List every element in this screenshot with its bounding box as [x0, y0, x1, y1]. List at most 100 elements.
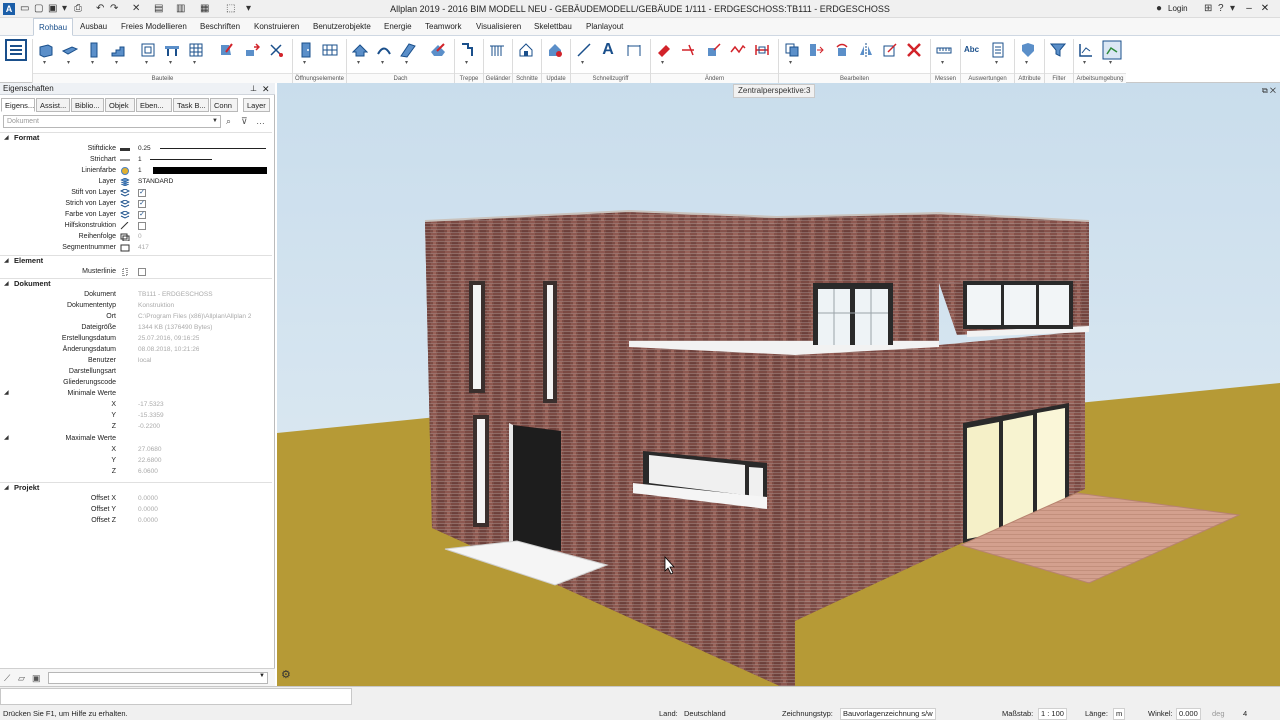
attribute-icon[interactable]	[1020, 42, 1036, 58]
group-schnellzugriff[interactable]: Schnellzugriff	[571, 73, 650, 83]
report-icon[interactable]	[990, 42, 1006, 58]
tab-teamwork[interactable]: Teamwork	[420, 18, 466, 36]
roof-icon[interactable]	[352, 42, 368, 58]
prop-maximale-werte[interactable]: ◢ Maximale Werte	[0, 433, 272, 444]
collapse-icon[interactable]: ◢	[4, 483, 9, 493]
restore-window-icon[interactable]: ⧉	[1262, 86, 1268, 95]
properties-palette-icon[interactable]	[4, 38, 28, 62]
select-icon[interactable]: ⬚	[226, 2, 235, 16]
group-attribute[interactable]: Attribute	[1015, 73, 1044, 83]
tab-rohbau[interactable]: Rohbau	[33, 18, 74, 36]
dropdown-arrow-icon[interactable]: ▾	[465, 60, 471, 66]
prop-linienfarbe[interactable]: Linienfarbe 1	[0, 165, 272, 176]
group-dach[interactable]: Dach	[347, 73, 454, 83]
save-icon[interactable]: ▣	[48, 2, 57, 16]
undo-icon[interactable]: ↶	[96, 2, 104, 16]
view-icon[interactable]: ▦	[200, 2, 209, 16]
trim-icon[interactable]	[680, 42, 696, 58]
dialog-line-input[interactable]	[0, 688, 352, 705]
checkbox-unchecked[interactable]	[138, 222, 146, 230]
user-icon[interactable]: ●	[1156, 2, 1162, 16]
checkbox-checked[interactable]: ✓	[138, 211, 146, 219]
tab-objekte[interactable]: Objek	[105, 98, 135, 112]
save-favorite-icon[interactable]: ▣	[32, 672, 41, 684]
scale-icon[interactable]	[882, 42, 898, 58]
group-filter[interactable]: Filter	[1045, 73, 1073, 83]
prop-farbe-von-layer[interactable]: Farbe von Layer ✓	[0, 209, 272, 220]
pick-icon[interactable]: ⟋	[4, 672, 10, 684]
dropdown-arrow-icon[interactable]: ▾	[789, 60, 795, 66]
tab-task-board[interactable]: Task B...	[173, 98, 209, 112]
prop-strich-von-layer[interactable]: Strich von Layer ✓	[0, 198, 272, 209]
stretch-icon[interactable]	[754, 42, 770, 58]
redo-icon[interactable]: ↷	[110, 2, 118, 16]
tab-connect[interactable]: Conn	[210, 98, 238, 112]
dropdown-arrow-icon[interactable]: ▾	[405, 60, 411, 66]
eraser-icon[interactable]	[656, 42, 672, 58]
dimension-icon[interactable]	[626, 42, 642, 58]
dropdown-arrow-icon[interactable]: ▾	[1109, 60, 1115, 66]
close-button[interactable]: ✕	[1256, 0, 1274, 18]
login-link[interactable]: Login	[1168, 2, 1188, 16]
roof-covering-icon[interactable]	[400, 42, 416, 58]
railing-icon[interactable]	[489, 42, 505, 58]
slab-icon[interactable]	[62, 42, 78, 58]
staircase-icon[interactable]	[460, 42, 476, 58]
abc-label-icon[interactable]: Abc	[964, 42, 984, 58]
prop-value[interactable]: 1	[138, 154, 142, 165]
new-file-icon[interactable]: ▭	[20, 2, 29, 16]
dropdown-arrow-icon[interactable]: ▾	[661, 60, 667, 66]
group-arbeitsumgebung[interactable]: Arbeitsumgebung	[1074, 73, 1126, 83]
modify-points-icon[interactable]	[730, 42, 746, 58]
tools-icon[interactable]: ✕	[132, 2, 140, 16]
help-icon[interactable]: ?	[1218, 2, 1224, 16]
cart-icon[interactable]: ⊞	[1204, 2, 1212, 16]
collapse-icon[interactable]: ◢	[4, 133, 9, 143]
tab-skelettbau[interactable]: Skelettbau	[529, 18, 577, 36]
print-icon[interactable]: ⎙	[74, 2, 82, 16]
tab-ausbau[interactable]: Ausbau	[75, 18, 112, 36]
checkbox-unchecked[interactable]	[138, 268, 146, 276]
prop-minimale-werte[interactable]: ◢ Minimale Werte	[0, 388, 272, 399]
tab-freies-modellieren[interactable]: Freies Modellieren	[116, 18, 192, 36]
checkbox-checked[interactable]: ✓	[138, 189, 146, 197]
prop-value[interactable]: 1	[138, 165, 142, 176]
building-model-render[interactable]	[277, 83, 1280, 686]
prop-layer[interactable]: Layer STANDARD	[0, 176, 272, 187]
tab-eigenschaften[interactable]: Eigens...	[1, 98, 35, 112]
prop-stiftdicke[interactable]: Stiftdicke 0.25	[0, 143, 272, 154]
window-element-icon[interactable]	[322, 42, 338, 58]
search-icon[interactable]: ⌕	[226, 115, 231, 127]
section-dokument[interactable]: ◢ Dokument	[0, 278, 272, 289]
checkbox-checked[interactable]: ✓	[138, 200, 146, 208]
tab-beschriften[interactable]: Beschriften	[195, 18, 245, 36]
cut-icon[interactable]	[268, 42, 284, 58]
collapse-icon[interactable]: ◢	[4, 256, 9, 266]
group-messen[interactable]: Messen	[931, 73, 960, 83]
layer-icon[interactable]: ▤	[154, 2, 163, 16]
group-schnitte[interactable]: Schnitte	[513, 73, 541, 83]
collapse-icon[interactable]: ◢	[4, 279, 9, 289]
dropdown-arrow-icon[interactable]: ▾	[43, 60, 49, 66]
group-update[interactable]: Update	[542, 73, 570, 83]
laenge-value[interactable]: m	[1113, 708, 1126, 720]
dropdown-arrow-icon[interactable]: ▾	[145, 60, 151, 66]
tab-assistent[interactable]: Assist...	[36, 98, 70, 112]
dropdown-arrow-icon[interactable]: ▾	[1083, 60, 1089, 66]
favorite-input[interactable]: ▼	[48, 672, 268, 684]
group-auswertungen[interactable]: Auswertungen	[961, 73, 1014, 83]
collapse-icon[interactable]: ◢	[4, 433, 9, 443]
column-icon[interactable]	[86, 42, 102, 58]
prop-hilfskonstruktion[interactable]: Hilfskonstruktion	[0, 220, 272, 231]
opening-icon[interactable]	[140, 42, 156, 58]
tab-benutzerobjekte[interactable]: Benutzerobjekte	[308, 18, 376, 36]
prop-musterlinie[interactable]: Musterlinie	[0, 266, 272, 277]
prop-value[interactable]: 0.25	[138, 143, 151, 154]
filter-icon[interactable]: ⊽	[241, 115, 248, 127]
3d-viewport[interactable]: Zentralperspektive:3 ⧉ ✕ ⚙	[277, 83, 1280, 686]
dropdown-arrow-icon[interactable]: ▾	[169, 60, 175, 66]
prop-strichart[interactable]: Strichart 1	[0, 154, 272, 165]
close-view-icon[interactable]: ✕	[1270, 86, 1276, 95]
measure-icon[interactable]	[936, 42, 952, 58]
line-icon[interactable]	[576, 42, 592, 58]
